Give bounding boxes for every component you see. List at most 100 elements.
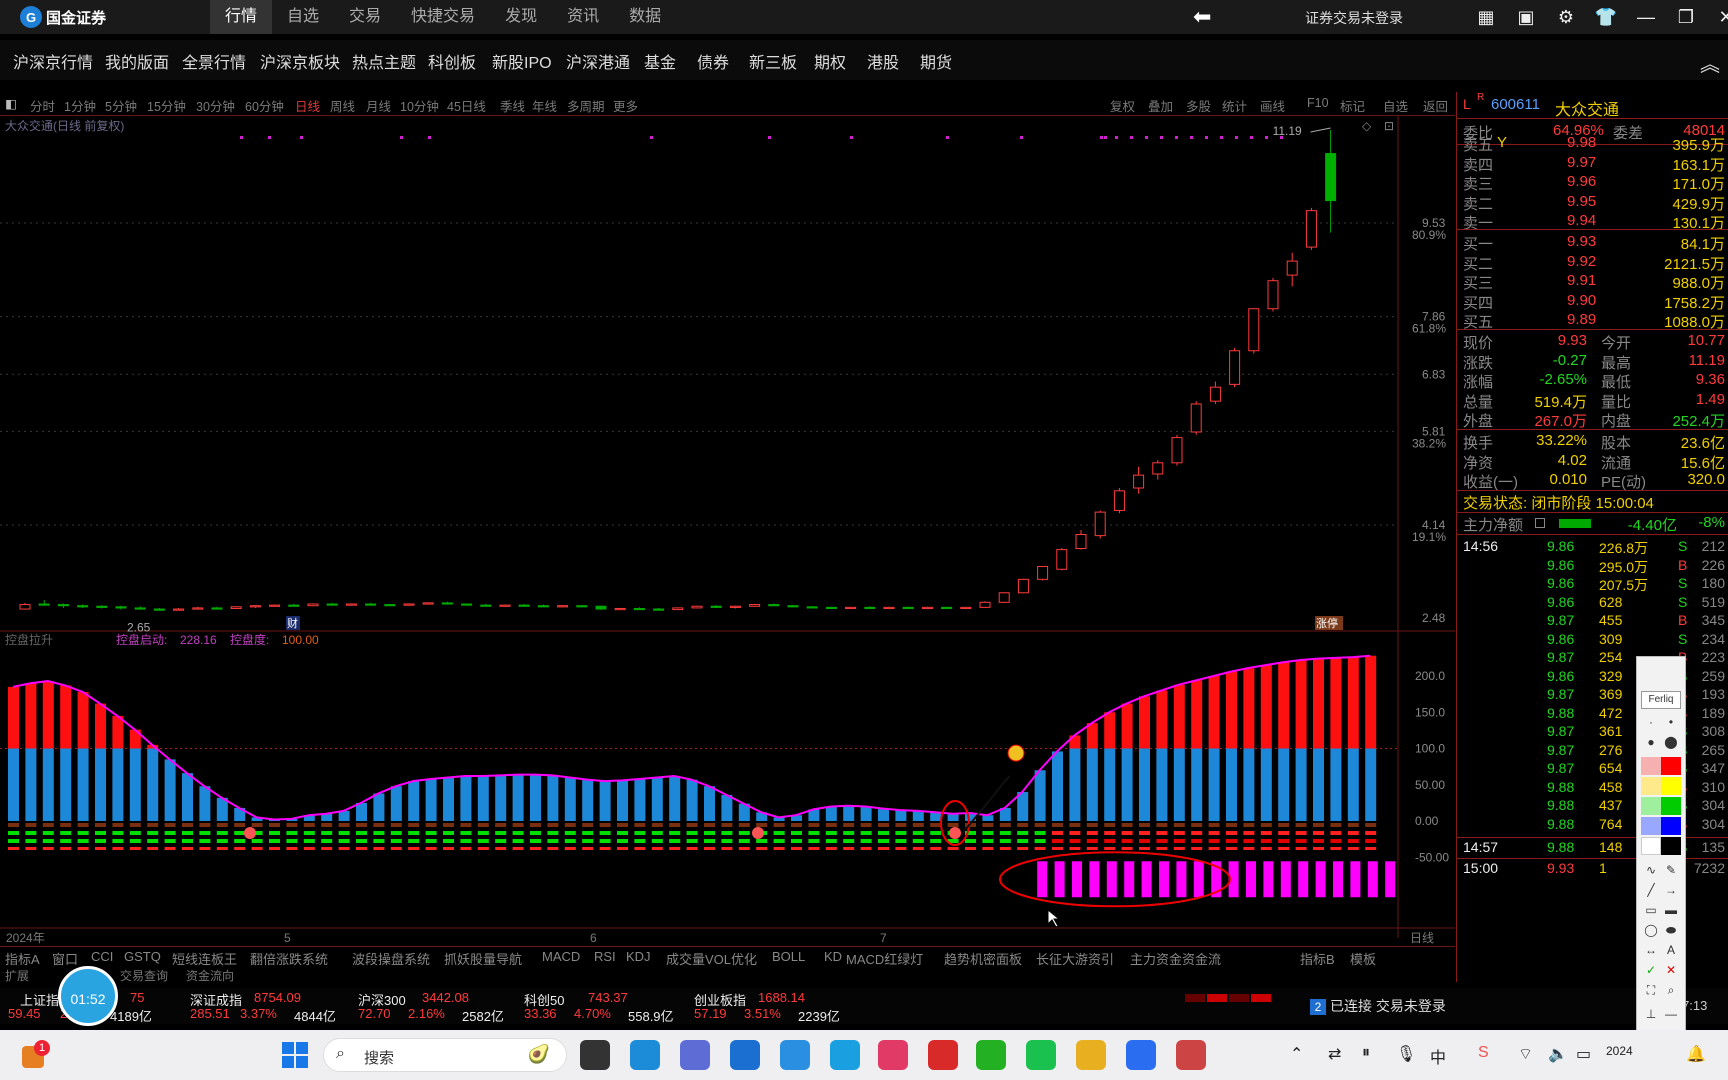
wechat-icon[interactable] <box>976 1040 1006 1070</box>
period-tab[interactable]: 月线 <box>366 96 391 115</box>
pin-icon[interactable]: ⊥ <box>1641 1005 1661 1023</box>
period-tab[interactable]: 周线 <box>330 96 355 115</box>
main-nav-item[interactable]: 自选 <box>272 0 334 34</box>
confirm-check-icon[interactable]: ✓ <box>1641 961 1661 979</box>
market-tab[interactable]: 债券 <box>697 49 729 73</box>
period-tab[interactable]: 年线 <box>532 96 557 115</box>
candle[interactable] <box>1017 578 1029 594</box>
candle[interactable] <box>230 606 242 610</box>
chart-tool-button[interactable]: 标记 <box>1340 96 1365 115</box>
window-toggle-icon[interactable]: ⊡ <box>1384 119 1394 133</box>
index-item[interactable]: 创业板指 1688.14 57.19 3.51% 2239亿 <box>694 988 854 1024</box>
candle[interactable] <box>38 600 50 606</box>
rect-icon[interactable]: ▭ <box>1641 901 1661 919</box>
candle[interactable] <box>845 606 857 610</box>
stock-app-icon[interactable] <box>1176 1040 1206 1070</box>
main-nav-item[interactable]: 交易 <box>334 0 396 34</box>
indicator-tab[interactable]: KDJ <box>626 949 651 964</box>
market-tab[interactable]: 沪深港通 <box>566 49 630 73</box>
secondary-tab[interactable]: 扩展 <box>5 967 29 984</box>
double-arrow-icon[interactable]: ↔ <box>1641 941 1661 959</box>
main-nav-item[interactable]: 数据 <box>614 0 676 34</box>
indicator-tab[interactable]: KD <box>824 949 842 964</box>
candle[interactable] <box>365 602 377 606</box>
chart-tool-button[interactable]: 返回 <box>1423 96 1448 115</box>
finance-marker[interactable]: 财 <box>286 616 300 630</box>
mail-app-icon[interactable] <box>680 1040 710 1070</box>
login-status[interactable]: 证券交易未登录 <box>1305 8 1403 28</box>
ask-price[interactable]: 9.98 <box>1567 134 1596 151</box>
ask-price[interactable]: 9.94 <box>1567 212 1596 229</box>
close-icon[interactable]: ✕ <box>1710 2 1728 32</box>
main-nav-item[interactable]: 行情 <box>210 0 273 34</box>
date-partial[interactable]: 2024 <box>1606 1044 1633 1058</box>
candle[interactable] <box>672 607 684 611</box>
chart-tool-button[interactable]: F10 <box>1307 96 1329 110</box>
dot-small-icon[interactable]: · <box>1641 713 1661 731</box>
candle[interactable] <box>77 604 89 608</box>
layout-icon[interactable]: ▦ <box>1470 2 1502 32</box>
pen-icon[interactable]: ✎ <box>1661 861 1681 879</box>
candle[interactable] <box>1190 401 1202 435</box>
chart-tool-button[interactable]: 统计 <box>1222 96 1247 115</box>
main-nav-item[interactable]: 资讯 <box>552 0 614 34</box>
candle[interactable] <box>96 605 108 609</box>
candle[interactable] <box>384 603 396 607</box>
market-tab[interactable]: 科创板 <box>428 49 476 73</box>
candle[interactable] <box>422 602 434 605</box>
main-net-icon[interactable] <box>1535 518 1545 528</box>
candle[interactable] <box>576 605 588 608</box>
candle[interactable] <box>691 605 703 609</box>
files-app-icon[interactable] <box>580 1040 610 1070</box>
indicator-tab[interactable]: MACD <box>542 949 580 964</box>
color-red-swatch[interactable] <box>1661 757 1681 775</box>
candle[interactable] <box>57 603 69 608</box>
collapse-chevron-icon[interactable]: ︽ <box>1700 48 1720 77</box>
ask-price[interactable]: 9.95 <box>1567 193 1596 210</box>
candle[interactable] <box>1286 252 1298 287</box>
chart-tool-button[interactable]: 自选 <box>1383 96 1408 115</box>
period-tab[interactable]: 45日线 <box>447 96 486 115</box>
bid-price[interactable]: 9.93 <box>1567 233 1596 250</box>
secondary-tab[interactable]: 交易查询 <box>120 967 168 984</box>
candle[interactable] <box>1305 207 1317 250</box>
volume-icon[interactable]: 🔈 <box>1548 1044 1568 1064</box>
period-tab[interactable]: 5分钟 <box>105 96 137 115</box>
back-arrow-icon[interactable]: ⬅ <box>1193 4 1211 30</box>
edge-icon[interactable] <box>630 1040 660 1070</box>
windows-start-icon[interactable] <box>282 1042 308 1068</box>
kline-chart[interactable]: 9.537.866.835.814.142.4880.9%61.8%38.2%1… <box>0 116 1455 946</box>
candle[interactable] <box>710 605 722 608</box>
market-tab[interactable]: 港股 <box>867 49 899 73</box>
candle[interactable] <box>1267 277 1279 312</box>
bid-price[interactable]: 9.90 <box>1567 292 1596 309</box>
candle[interactable] <box>326 602 338 606</box>
period-tab[interactable]: 季线 <box>500 96 525 115</box>
limit-up-marker[interactable]: 涨停 <box>1315 616 1343 630</box>
k-app-icon[interactable] <box>780 1040 810 1070</box>
candle[interactable] <box>269 604 281 607</box>
candle[interactable] <box>307 603 319 607</box>
candle[interactable] <box>1037 565 1049 581</box>
notification-app-icon[interactable]: 1 <box>22 1040 50 1068</box>
tray-media-icon[interactable]: ⏸ <box>1362 1044 1370 1062</box>
tray-mic-icon[interactable]: 🎙 <box>1396 1044 1416 1064</box>
ellipse-fill-icon[interactable]: ⬬ <box>1661 921 1681 939</box>
candle[interactable] <box>921 606 933 610</box>
bid-price[interactable]: 9.92 <box>1567 253 1596 270</box>
index-item[interactable]: 沪深300 3442.08 72.70 2.16% 2582亿 <box>358 988 518 1024</box>
indicator-tab[interactable]: CCI <box>91 949 113 964</box>
candle[interactable] <box>1152 460 1164 480</box>
zoom-icon[interactable]: ⌕ <box>1661 981 1681 999</box>
candle[interactable] <box>288 603 300 607</box>
candle[interactable] <box>787 605 799 608</box>
candle[interactable] <box>1056 547 1068 571</box>
indicator-tab[interactable]: RSI <box>594 949 616 964</box>
market-tab[interactable]: 全景行情 <box>182 49 246 73</box>
candle[interactable] <box>1229 347 1241 388</box>
connection-status[interactable]: 2 已连接 交易未登录 <box>1310 996 1446 1016</box>
index-item[interactable]: 深证成指 8754.09 285.51 3.37% 4844亿 <box>190 988 350 1024</box>
dot-medium-icon[interactable]: • <box>1661 713 1681 731</box>
taskbar-search[interactable]: ⌕ 搜索 🥑 <box>323 1038 567 1072</box>
chart-tool-button[interactable]: 复权 <box>1110 96 1135 115</box>
